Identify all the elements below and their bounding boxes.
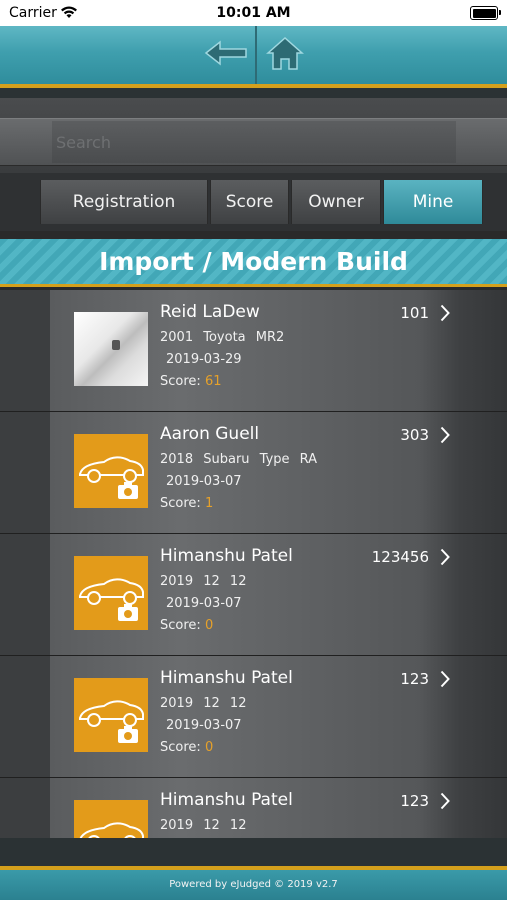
score-line: Score: 61 — [160, 374, 221, 389]
entry-date: 2019-03-07 — [166, 596, 242, 611]
entry-number: 123 — [400, 792, 429, 810]
back-arrow-icon[interactable] — [204, 38, 250, 68]
category-header: Import / Modern Build — [0, 239, 507, 287]
owner-name: Reid LaDew — [160, 302, 260, 322]
entry-number: 123 — [400, 670, 429, 688]
tab-mine[interactable]: Mine — [383, 180, 483, 224]
score-line: Score: 1 — [160, 496, 213, 511]
status-bar: Carrier 10:01 AM — [0, 0, 507, 26]
vehicle-model: 12 — [229, 818, 247, 833]
chevron-right-icon — [440, 304, 450, 322]
score-value: 61 — [204, 374, 222, 389]
car-camera-icon — [74, 678, 148, 752]
vehicle-year: 2019 — [160, 696, 194, 711]
vehicle-year: 2019 — [160, 818, 194, 833]
vehicle-make: 12 — [203, 818, 220, 833]
owner-name: Aaron Guell — [160, 424, 260, 444]
score-label: Score: — [160, 740, 201, 755]
tab-score[interactable]: Score — [210, 180, 289, 224]
list-item[interactable]: Himanshu Patel 2019 12 12 2019-03-07 Sco… — [0, 534, 507, 656]
tab-registration[interactable]: Registration — [40, 180, 208, 224]
list-item[interactable]: Aaron Guell 2018 Subaru Type RA 2019-03-… — [0, 412, 507, 534]
vehicle-model: 12 — [229, 696, 247, 711]
list-item[interactable]: Himanshu Patel 2019 12 12 123 — [0, 778, 507, 838]
car-camera-icon — [74, 556, 148, 630]
score-value: 1 — [204, 496, 214, 511]
score-value: 0 — [204, 618, 214, 633]
vehicle-model: 12 — [229, 574, 247, 589]
score-label: Score: — [160, 374, 201, 389]
vehicle-info: 2019 12 12 — [160, 696, 246, 711]
vehicle-year: 2001 — [160, 330, 194, 345]
entry-number: 101 — [400, 304, 429, 322]
vehicle-make: Toyota — [203, 330, 246, 345]
vehicle-info: 2019 12 12 — [160, 574, 246, 589]
entry-date: 2019-03-07 — [166, 718, 242, 733]
entry-list[interactable]: Reid LaDew 2001 Toyota MR2 2019-03-29 Sc… — [0, 290, 507, 838]
list-item[interactable]: Reid LaDew 2001 Toyota MR2 2019-03-29 Sc… — [0, 290, 507, 412]
entry-date: 2019-03-07 — [166, 474, 242, 489]
owner-name: Himanshu Patel — [160, 668, 293, 688]
car-camera-icon — [74, 434, 148, 508]
list-item[interactable]: Himanshu Patel 2019 12 12 2019-03-07 Sco… — [0, 656, 507, 778]
score-label: Score: — [160, 496, 201, 511]
vehicle-info: 2018 Subaru Type RA — [160, 452, 317, 467]
chevron-right-icon — [440, 792, 450, 810]
score-line: Score: 0 — [160, 740, 213, 755]
vehicle-make: 12 — [203, 574, 220, 589]
entry-number: 303 — [400, 426, 429, 444]
vehicle-model: MR2 — [255, 330, 285, 345]
clock: 10:01 AM — [216, 5, 291, 21]
vehicle-make: Subaru — [203, 452, 250, 467]
vehicle-info: 2001 Toyota MR2 — [160, 330, 284, 345]
chevron-right-icon — [440, 548, 450, 566]
vehicle-info: 2019 12 12 — [160, 818, 246, 833]
footer-credit: Powered by eJudged © 2019 v2.7 — [0, 870, 507, 900]
nav-dark-stripe — [0, 88, 507, 98]
entry-number: 123456 — [371, 548, 429, 566]
vehicle-year: 2018 — [160, 452, 194, 467]
entry-date: 2019-03-29 — [166, 352, 242, 367]
score-value: 0 — [204, 740, 214, 755]
chevron-right-icon — [440, 670, 450, 688]
home-icon[interactable] — [264, 34, 306, 72]
score-label: Score: — [160, 618, 201, 633]
search-input[interactable] — [52, 121, 456, 163]
vehicle-photo — [74, 312, 148, 386]
vehicle-make: 12 — [203, 696, 220, 711]
battery-icon — [470, 6, 501, 20]
car-camera-icon — [74, 800, 148, 838]
score-line: Score: 0 — [160, 618, 213, 633]
vehicle-model: Type RA — [259, 452, 318, 467]
owner-name: Himanshu Patel — [160, 546, 293, 566]
owner-name: Himanshu Patel — [160, 790, 293, 810]
vehicle-year: 2019 — [160, 574, 194, 589]
nav-divider — [255, 26, 257, 84]
nav-bar — [0, 26, 507, 84]
tab-owner[interactable]: Owner — [291, 180, 381, 224]
chevron-right-icon — [440, 426, 450, 444]
